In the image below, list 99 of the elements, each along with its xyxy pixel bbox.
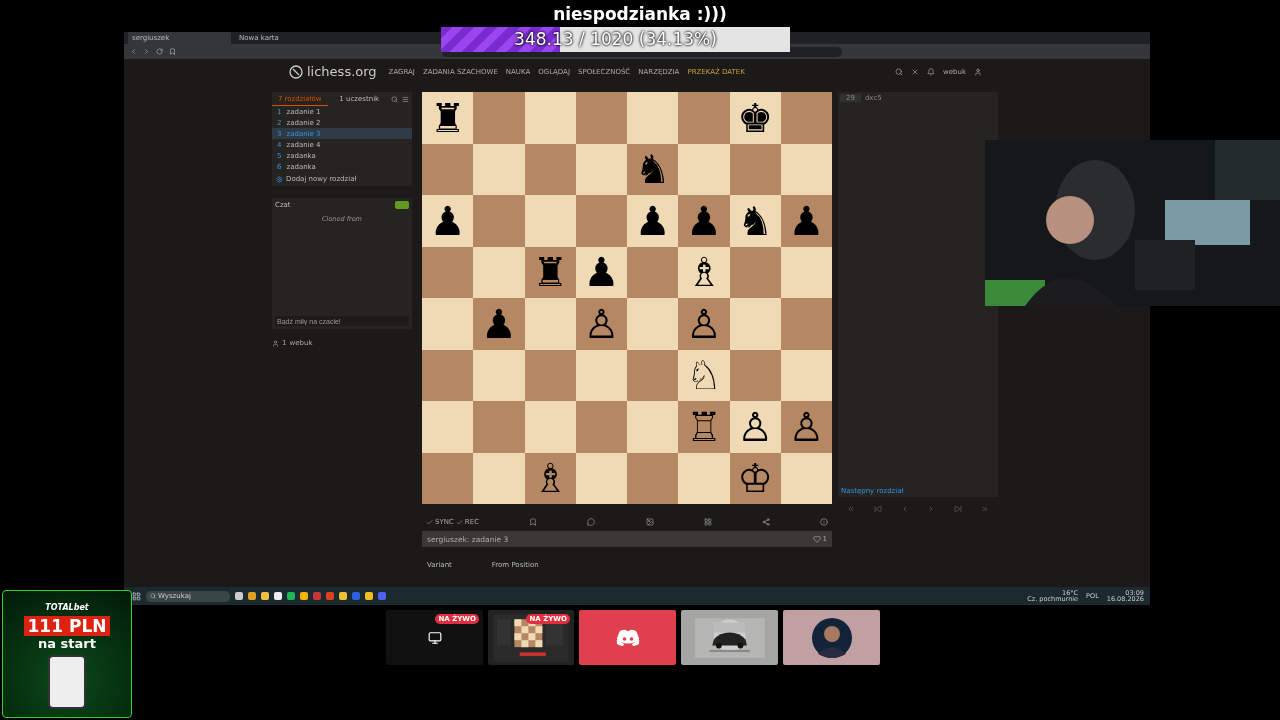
address-field[interactable] <box>442 46 842 57</box>
chess-piece[interactable]: ♟ <box>583 252 620 293</box>
board-square[interactable]: ♙ <box>575 298 627 350</box>
monitor-icon <box>427 630 442 645</box>
chess-piece[interactable]: ♜ <box>429 97 466 138</box>
avatar <box>811 617 852 658</box>
board-square[interactable]: ♚ <box>729 92 781 144</box>
chess-piece[interactable]: ♟ <box>788 200 825 241</box>
forward-icon[interactable] <box>143 48 150 55</box>
board-square[interactable]: ♙ <box>678 298 730 350</box>
board-square[interactable] <box>524 349 576 401</box>
chess-piece[interactable]: ♟ <box>634 200 671 241</box>
chess-piece[interactable]: ♘ <box>685 355 722 396</box>
chess-piece[interactable]: ♙ <box>685 303 722 344</box>
search-icon[interactable] <box>895 67 904 76</box>
board-square[interactable] <box>780 143 832 195</box>
site-logo[interactable]: lichess.org <box>307 64 377 79</box>
heart-icon[interactable] <box>812 535 821 543</box>
board-square[interactable]: ♜ <box>524 246 576 298</box>
chess-piece[interactable]: ♜ <box>532 252 569 293</box>
chess-piece[interactable]: ♟ <box>480 303 517 344</box>
board-square[interactable] <box>422 143 474 195</box>
board-square[interactable] <box>729 143 781 195</box>
chess-piece[interactable]: ♗ <box>685 252 722 293</box>
board-square[interactable]: ♟ <box>473 298 525 350</box>
check-icon <box>426 518 433 526</box>
board-square[interactable]: ♟ <box>422 195 474 247</box>
board-square[interactable] <box>780 349 832 401</box>
search-icon <box>150 593 156 599</box>
board-square[interactable]: ♟ <box>780 195 832 247</box>
board-square[interactable] <box>729 246 781 298</box>
chess-piece[interactable]: ♖ <box>685 406 722 447</box>
back-icon[interactable] <box>874 505 882 513</box>
stream-title: niespodzianka :))) <box>553 4 727 24</box>
board-square[interactable] <box>422 246 474 298</box>
board-square[interactable] <box>422 452 474 504</box>
board-square[interactable] <box>627 452 679 504</box>
back-icon[interactable] <box>130 48 137 55</box>
grid-icon[interactable] <box>703 518 712 526</box>
board-square[interactable] <box>422 349 474 401</box>
board-square[interactable]: ♟ <box>627 195 679 247</box>
board-square[interactable]: ♙ <box>729 401 781 453</box>
board-square[interactable]: ♟ <box>575 246 627 298</box>
first-icon[interactable] <box>847 505 856 513</box>
start-icon[interactable] <box>132 591 141 601</box>
board-square[interactable]: ♗ <box>678 246 730 298</box>
lichess-logo-icon <box>289 64 303 79</box>
bell-icon[interactable] <box>927 67 936 76</box>
comment-icon[interactable] <box>587 518 596 526</box>
chess-piece[interactable]: ♞ <box>737 200 774 241</box>
info-icon[interactable] <box>819 518 828 526</box>
image-icon[interactable] <box>645 518 654 526</box>
board-square[interactable]: ♘ <box>678 349 730 401</box>
user-icon[interactable] <box>974 67 982 76</box>
board-square[interactable]: ♔ <box>729 452 781 504</box>
board-square[interactable] <box>575 349 627 401</box>
chess-piece[interactable]: ♞ <box>634 149 671 190</box>
last-icon[interactable] <box>953 505 962 513</box>
close-icon[interactable] <box>911 67 920 76</box>
stream-tile[interactable] <box>579 610 676 665</box>
board-square[interactable]: ♞ <box>627 143 679 195</box>
board-square[interactable]: ♖ <box>678 401 730 453</box>
board-square[interactable] <box>575 452 627 504</box>
share-icon[interactable] <box>761 518 770 526</box>
board-square[interactable] <box>780 452 832 504</box>
search-icon[interactable] <box>391 95 398 103</box>
board-square[interactable] <box>524 143 576 195</box>
ad-brand: TOTALbet <box>45 603 89 612</box>
phone-drawing <box>48 655 86 709</box>
chess-piece[interactable]: ♟ <box>429 200 466 241</box>
menu-icon[interactable] <box>402 95 409 103</box>
stream-tile[interactable] <box>681 610 778 665</box>
chess-piece[interactable]: ♗ <box>532 458 569 499</box>
user-icon <box>272 339 279 347</box>
stream-tile[interactable] <box>783 610 880 665</box>
chess-piece[interactable]: ♚ <box>737 97 774 138</box>
board-square[interactable]: ♙ <box>780 401 832 453</box>
board-square[interactable]: ♟ <box>678 195 730 247</box>
board-square[interactable] <box>780 246 832 298</box>
board-square[interactable] <box>729 349 781 401</box>
discord-logo-icon <box>615 628 640 647</box>
check-icon <box>455 518 463 526</box>
bookmark-icon[interactable] <box>169 48 176 55</box>
board-square[interactable] <box>627 246 679 298</box>
chat-toggle[interactable] <box>395 201 409 209</box>
board-square[interactable]: ♞ <box>729 195 781 247</box>
board-square[interactable]: ♜ <box>422 92 474 144</box>
chess-piece[interactable]: ♟ <box>685 200 722 241</box>
chess-piece[interactable]: ♔ <box>737 458 774 499</box>
board-square[interactable]: ♗ <box>524 452 576 504</box>
ad-tagline: na start <box>38 636 96 651</box>
chess-piece[interactable]: ♙ <box>788 406 825 447</box>
chess-piece[interactable]: ♙ <box>737 406 774 447</box>
ad-amount: 111 PLN <box>23 616 111 636</box>
reload-icon[interactable] <box>156 48 163 55</box>
board-square[interactable] <box>627 349 679 401</box>
last-move-icon[interactable] <box>980 505 989 513</box>
chess-piece[interactable]: ♙ <box>583 303 620 344</box>
board-square[interactable] <box>575 143 627 195</box>
